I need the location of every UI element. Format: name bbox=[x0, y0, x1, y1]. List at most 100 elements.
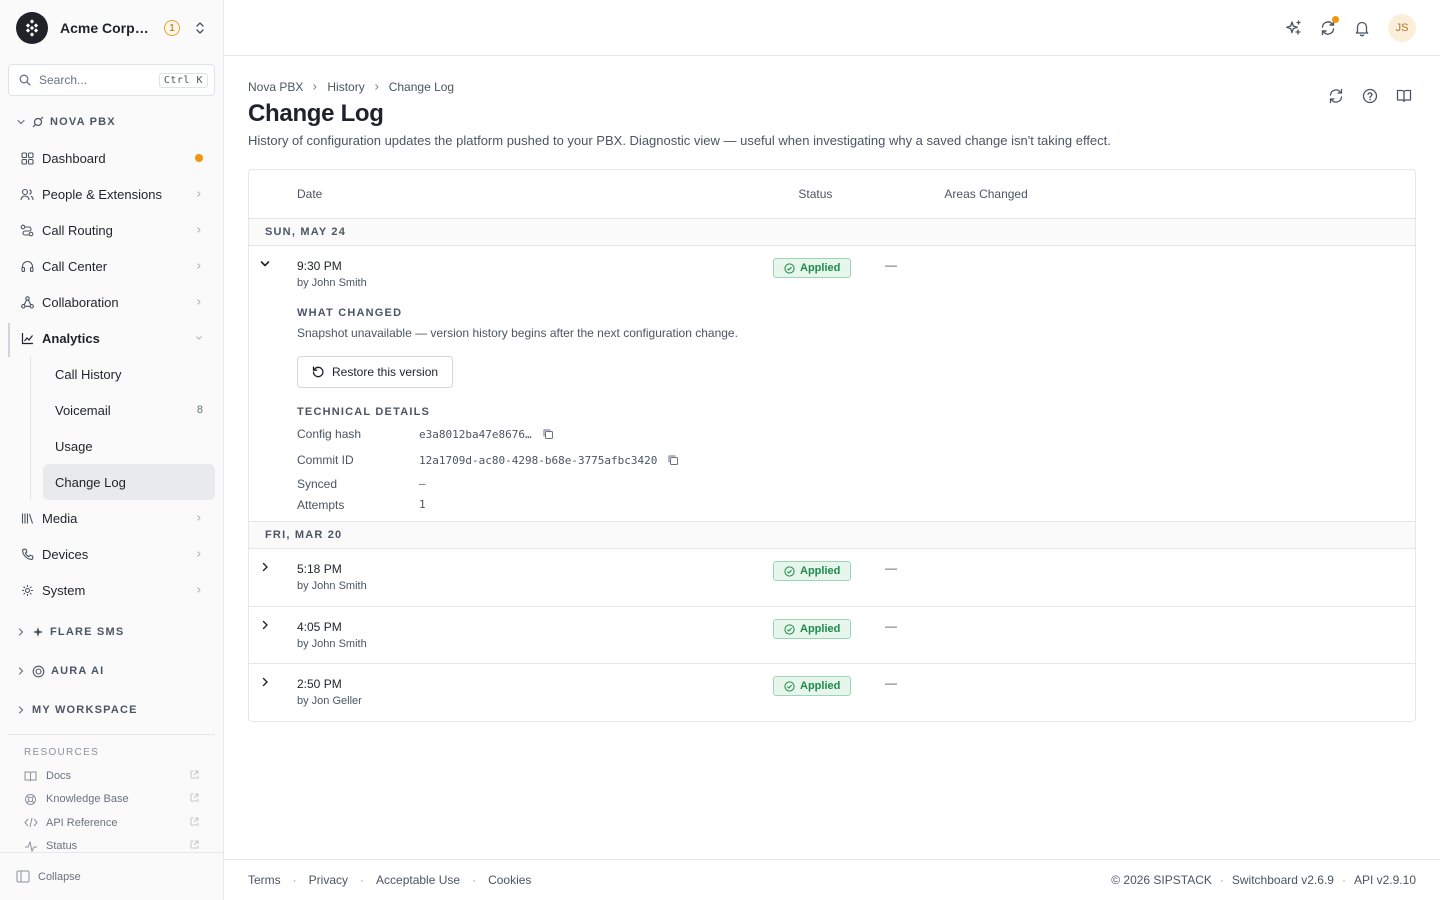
chevron-right-icon[interactable] bbox=[257, 559, 273, 575]
date-group-header: SUN, MAY 24 bbox=[249, 219, 1415, 246]
sidebar-item-label: Usage bbox=[55, 438, 93, 454]
separator: · bbox=[292, 873, 297, 887]
sidebar-item-system[interactable]: System bbox=[0, 572, 223, 608]
row-time: 5:18 PM bbox=[297, 562, 342, 576]
sidebar-item-label: Devices bbox=[42, 546, 89, 562]
table-row[interactable]: 4:05 PM by John Smith Applied — bbox=[249, 607, 1415, 664]
section-label: FLARE SMS bbox=[50, 626, 125, 638]
collapse-label: Collapse bbox=[38, 870, 81, 883]
help-button[interactable] bbox=[1358, 84, 1382, 108]
row-author: by John Smith bbox=[297, 277, 367, 289]
section-my-workspace[interactable]: MY WORKSPACE bbox=[0, 692, 223, 728]
sidebar-item-call-history[interactable]: Call History bbox=[43, 356, 215, 392]
row-author: by John Smith bbox=[297, 638, 367, 650]
copy-icon[interactable] bbox=[542, 428, 554, 440]
footer-link-terms[interactable]: Terms bbox=[248, 873, 281, 887]
check-circle-icon bbox=[784, 262, 795, 274]
chevron-down-icon[interactable] bbox=[257, 256, 273, 272]
org-switcher[interactable]: Acme Corporation 1 bbox=[0, 0, 223, 56]
collapse-sidebar-button[interactable]: Collapse bbox=[0, 852, 223, 900]
column-header-status[interactable]: Status bbox=[798, 187, 832, 201]
technical-details-label: TECHNICAL DETAILS bbox=[297, 406, 431, 418]
sidebar-item-call-routing[interactable]: Call Routing bbox=[0, 212, 223, 248]
section-nova-pbx[interactable]: NOVA PBX bbox=[0, 104, 223, 140]
sidebar-item-voicemail[interactable]: Voicemail 8 bbox=[43, 392, 215, 428]
row-time: 4:05 PM bbox=[297, 620, 342, 634]
chevron-right-icon bbox=[16, 705, 26, 715]
commit-id-value: 12a1709d-ac80-4298-b68e-3775afbc3420 bbox=[419, 453, 658, 467]
people-icon bbox=[20, 187, 34, 201]
chevron-right-icon bbox=[16, 627, 26, 637]
separator: · bbox=[360, 873, 365, 887]
sync-indicator-dot bbox=[1332, 15, 1339, 23]
chevron-updown-icon[interactable] bbox=[194, 21, 206, 35]
chart-icon bbox=[20, 331, 34, 345]
status-badge: Applied bbox=[773, 561, 851, 581]
refresh-button[interactable] bbox=[1324, 84, 1348, 108]
status-badge: Applied bbox=[773, 676, 851, 696]
section-label: NOVA PBX bbox=[50, 116, 116, 128]
chevron-right-icon bbox=[195, 586, 203, 594]
sidebar-item-label: Call Center bbox=[42, 258, 108, 274]
ai-sparkle-button[interactable] bbox=[1282, 16, 1306, 40]
sidebar-item-label: Voicemail bbox=[55, 402, 111, 418]
row-author: by John Smith bbox=[297, 580, 367, 592]
resource-label: API Reference bbox=[46, 816, 118, 829]
sidebar-item-call-center[interactable]: Call Center bbox=[0, 248, 223, 284]
config-hash-value: e3a8012ba47e8676… bbox=[419, 427, 532, 441]
copy-icon[interactable] bbox=[667, 454, 679, 466]
detail-key: Synced bbox=[297, 476, 338, 491]
sidebar-item-usage[interactable]: Usage bbox=[43, 428, 215, 464]
resources-title: RESOURCES bbox=[24, 747, 100, 758]
attempts-row: Attempts 1 bbox=[297, 495, 997, 514]
resource-knowledge-base[interactable]: Knowledge Base bbox=[24, 788, 199, 812]
code-icon bbox=[24, 817, 38, 828]
chevron-right-icon[interactable] bbox=[257, 674, 273, 690]
avatar[interactable]: JS bbox=[1388, 13, 1416, 42]
footer-link-cookies[interactable]: Cookies bbox=[488, 873, 531, 887]
sync-button[interactable] bbox=[1316, 15, 1340, 40]
footer-link-acceptable-use[interactable]: Acceptable Use bbox=[376, 873, 460, 887]
app-version: Switchboard v2.6.9 bbox=[1231, 873, 1334, 887]
column-header-date[interactable]: Date bbox=[297, 187, 322, 201]
chevron-right-icon bbox=[195, 514, 203, 522]
pbx-icon bbox=[32, 116, 44, 128]
sidebar-item-media[interactable]: Media bbox=[0, 500, 223, 536]
sidebar-item-change-log[interactable]: Change Log bbox=[43, 464, 215, 500]
routing-icon bbox=[20, 223, 34, 237]
restore-label: Restore this version bbox=[332, 365, 439, 379]
sidebar-item-analytics[interactable]: Analytics bbox=[0, 320, 223, 357]
column-header-areas[interactable]: Areas Changed bbox=[944, 187, 1027, 201]
status-label: Applied bbox=[800, 262, 841, 274]
footer-link-privacy[interactable]: Privacy bbox=[309, 873, 348, 887]
row-areas: — bbox=[885, 561, 897, 575]
section-flare-sms[interactable]: FLARE SMS bbox=[0, 614, 223, 650]
notifications-button[interactable] bbox=[1350, 16, 1374, 40]
sidebar-item-collaboration[interactable]: Collaboration bbox=[0, 284, 223, 320]
synced-value: — bbox=[419, 477, 426, 490]
section-aura-ai[interactable]: AURA AI bbox=[0, 653, 223, 689]
table-row[interactable]: 2:50 PM by Jon Geller Applied — bbox=[249, 664, 1415, 721]
table-row[interactable]: 9:30 PM by John Smith Applied — WHAT CHA… bbox=[249, 246, 1415, 522]
org-logo-icon bbox=[16, 12, 48, 44]
docs-button[interactable] bbox=[1392, 84, 1416, 108]
resource-api-reference[interactable]: API Reference bbox=[24, 811, 199, 835]
table-row[interactable]: 5:18 PM by John Smith Applied — bbox=[249, 549, 1415, 607]
sidebar-item-devices[interactable]: Devices bbox=[0, 536, 223, 572]
status-badge: Applied bbox=[773, 258, 851, 278]
status-label: Applied bbox=[800, 623, 841, 635]
status-label: Applied bbox=[800, 680, 841, 692]
sidebar-item-people[interactable]: People & Extensions bbox=[0, 176, 223, 212]
breadcrumb-item[interactable]: Nova PBX bbox=[248, 80, 303, 94]
chevron-right-icon[interactable] bbox=[257, 617, 273, 633]
sidebar-item-dashboard[interactable]: Dashboard bbox=[0, 140, 223, 176]
status-label: Applied bbox=[800, 565, 841, 577]
sidebar-item-label: People & Extensions bbox=[42, 186, 162, 202]
detail-key: Config hash bbox=[297, 427, 362, 441]
breadcrumb-item[interactable]: History bbox=[327, 80, 364, 94]
resource-docs[interactable]: Docs bbox=[24, 764, 199, 788]
page-actions bbox=[1314, 84, 1416, 108]
search-input[interactable]: Search... Ctrl K bbox=[8, 64, 215, 96]
restore-version-button[interactable]: Restore this version bbox=[297, 356, 453, 388]
chevron-down-icon bbox=[16, 117, 26, 127]
